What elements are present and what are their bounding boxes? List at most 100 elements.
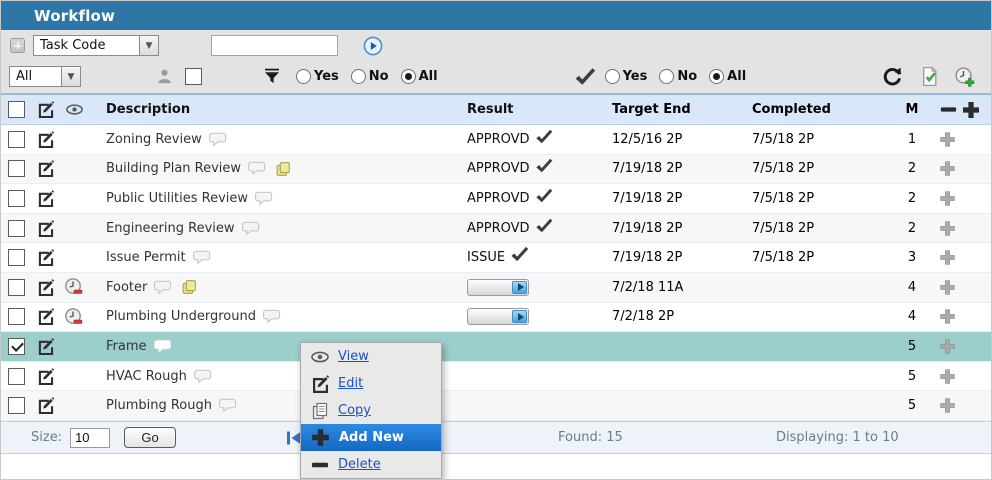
comment-icon[interactable]	[154, 338, 173, 355]
menu-view-label[interactable]: View	[338, 349, 369, 364]
context-menu: View Edit Copy Add New Delete	[300, 342, 442, 479]
comment-icon[interactable]	[242, 220, 261, 237]
notes-icon[interactable]	[274, 160, 292, 178]
row-checkbox[interactable]	[8, 131, 25, 148]
table-row-selected[interactable]: Frame 5	[1, 332, 991, 362]
search-input[interactable]	[211, 35, 338, 56]
edit-icon[interactable]	[36, 248, 55, 267]
scope-select[interactable]: All ▼	[9, 66, 81, 87]
comment-icon[interactable]	[193, 249, 212, 266]
expand-row-icon[interactable]	[939, 308, 956, 325]
play-icon	[512, 310, 527, 323]
comment-icon[interactable]	[255, 190, 274, 207]
edit-icon[interactable]	[36, 307, 55, 326]
refresh-icon[interactable]	[881, 65, 904, 88]
comment-icon[interactable]	[209, 131, 228, 148]
play-icon	[512, 281, 527, 294]
expand-row-icon[interactable]	[939, 131, 956, 148]
result-action-widget[interactable]	[467, 279, 529, 296]
expand-plus-icon[interactable]	[10, 38, 25, 53]
table-row[interactable]: Engineering Review APPROVD 7/19/18 2P 7/…	[1, 214, 991, 244]
expand-row-icon[interactable]	[939, 279, 956, 296]
comment-icon[interactable]	[219, 397, 238, 414]
menu-item-edit[interactable]: Edit	[301, 370, 441, 397]
row-checkbox[interactable]	[8, 308, 25, 325]
chevron-down-icon: ▼	[61, 67, 80, 86]
table-row[interactable]: Zoning Review APPROVD 12/5/16 2P 7/5/18 …	[1, 125, 991, 155]
expand-row-icon[interactable]	[939, 338, 956, 355]
task-code-select-value: Task Code	[34, 38, 139, 53]
expand-row-icon[interactable]	[939, 160, 956, 177]
col-m[interactable]: M	[897, 102, 927, 117]
edit-icon[interactable]	[36, 219, 55, 238]
submit-search-icon[interactable]	[363, 36, 383, 56]
check-icon	[535, 157, 553, 175]
row-checkbox[interactable]	[8, 249, 25, 266]
col-result[interactable]: Result	[467, 102, 612, 117]
menu-add-new-label[interactable]: Add New	[339, 430, 404, 445]
table-row[interactable]: Plumbing Underground 7/2/18 2P 4	[1, 303, 991, 333]
row-checkbox[interactable]	[8, 338, 25, 355]
clock-add-icon[interactable]	[954, 66, 975, 87]
edit-icon[interactable]	[36, 130, 55, 149]
filter1-yes-label: Yes	[314, 69, 339, 84]
expand-row-icon[interactable]	[939, 220, 956, 237]
filter2-all-radio[interactable]	[709, 69, 724, 84]
menu-item-delete[interactable]: Delete	[301, 451, 441, 478]
col-completed[interactable]: Completed	[752, 102, 897, 117]
menu-edit-label[interactable]: Edit	[338, 376, 363, 391]
task-description: Zoning Review	[106, 132, 202, 147]
filter-funnel-icon	[262, 66, 282, 87]
menu-delete-label[interactable]: Delete	[338, 457, 381, 472]
edit-icon[interactable]	[36, 337, 55, 356]
row-checkbox[interactable]	[8, 397, 25, 414]
table-row[interactable]: Public Utilities Review APPROVD 7/19/18 …	[1, 184, 991, 214]
filter2-yes-radio[interactable]	[605, 69, 620, 84]
edit-icon[interactable]	[36, 278, 55, 297]
menu-copy-label[interactable]: Copy	[338, 403, 371, 418]
go-button[interactable]: Go	[124, 427, 176, 448]
filter1-no-radio[interactable]	[351, 69, 366, 84]
table-row[interactable]: Footer 7/2/18 11A 4	[1, 273, 991, 303]
edit-icon[interactable]	[36, 396, 55, 415]
table-row[interactable]: HVAC Rough 5	[1, 362, 991, 392]
expand-row-icon[interactable]	[939, 397, 956, 414]
row-checkbox[interactable]	[8, 368, 25, 385]
m-value: 2	[897, 191, 927, 206]
comment-icon[interactable]	[154, 279, 173, 296]
comment-icon[interactable]	[263, 308, 282, 325]
filter1-yes-radio[interactable]	[296, 69, 311, 84]
edit-icon[interactable]	[36, 159, 55, 178]
menu-item-copy[interactable]: Copy	[301, 397, 441, 424]
expand-row-icon[interactable]	[939, 249, 956, 266]
task-code-select[interactable]: Task Code ▼	[33, 35, 159, 56]
expand-row-icon[interactable]	[939, 190, 956, 207]
row-checkbox[interactable]	[8, 190, 25, 207]
collapse-all-icon[interactable]	[939, 100, 958, 119]
page-size-input[interactable]	[70, 428, 110, 448]
comment-icon[interactable]	[194, 368, 213, 385]
task-description: Footer	[106, 280, 147, 295]
assignee-checkbox[interactable]	[185, 68, 202, 85]
row-checkbox[interactable]	[8, 220, 25, 237]
page-check-icon[interactable]	[919, 66, 940, 87]
select-all-checkbox[interactable]	[8, 101, 25, 118]
result-action-widget[interactable]	[467, 308, 529, 325]
row-checkbox[interactable]	[8, 279, 25, 296]
table-row[interactable]: Building Plan Review APPROVD 7/19/18 2P …	[1, 155, 991, 185]
edit-icon[interactable]	[36, 367, 55, 386]
table-row[interactable]: Plumbing Rough 5	[1, 391, 991, 421]
menu-item-add-new[interactable]: Add New	[301, 424, 441, 451]
comment-icon[interactable]	[248, 160, 267, 177]
edit-icon[interactable]	[36, 189, 55, 208]
table-row[interactable]: Issue Permit ISSUE 7/19/18 2P 7/5/18 2P …	[1, 243, 991, 273]
filter2-no-radio[interactable]	[659, 69, 674, 84]
col-target-end[interactable]: Target End	[612, 102, 752, 117]
row-checkbox[interactable]	[8, 160, 25, 177]
notes-icon[interactable]	[180, 278, 198, 296]
filter1-all-radio[interactable]	[401, 69, 416, 84]
expand-row-icon[interactable]	[939, 368, 956, 385]
col-description[interactable]: Description	[89, 102, 467, 117]
expand-all-icon[interactable]	[961, 100, 981, 120]
menu-item-view[interactable]: View	[301, 343, 441, 370]
